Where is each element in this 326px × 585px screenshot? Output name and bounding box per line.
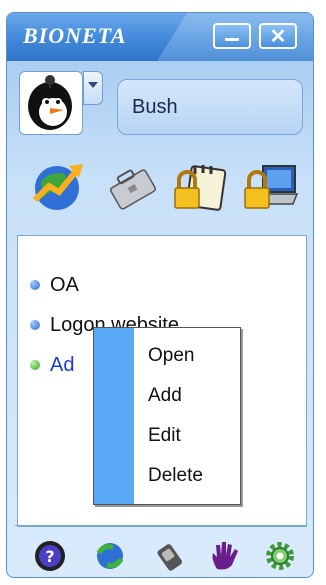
minimize-icon xyxy=(225,38,239,41)
list-item-label: Ad xyxy=(50,354,75,376)
list-item[interactable]: OA xyxy=(30,270,79,300)
green-bullet-icon xyxy=(30,360,40,370)
divider xyxy=(15,525,307,526)
context-menu-delete[interactable]: Delete xyxy=(148,456,203,496)
context-menu-edit[interactable]: Edit xyxy=(148,416,181,456)
bottom-bar: ? xyxy=(7,531,313,577)
username-field[interactable]: Bush xyxy=(117,79,303,135)
context-menu-open[interactable]: Open xyxy=(148,336,194,376)
list-item-selected[interactable]: Ad xyxy=(30,350,74,380)
lock-laptop-icon[interactable] xyxy=(243,158,299,214)
app-window: BIONETA ✕ Bush OA Logon website Ad Open … xyxy=(6,12,314,578)
chevron-down-icon xyxy=(88,82,98,88)
close-icon: ✕ xyxy=(269,26,287,48)
penguin-avatar-icon xyxy=(28,75,72,130)
toolbar xyxy=(7,158,313,218)
hand-icon[interactable] xyxy=(207,539,241,573)
context-menu-stripe xyxy=(94,328,134,504)
title-bar[interactable]: BIONETA ✕ xyxy=(7,13,313,61)
sync-icon[interactable] xyxy=(93,539,127,573)
context-menu: Open Add Edit Delete xyxy=(93,327,241,505)
blue-bullet-icon xyxy=(30,280,40,290)
avatar-dropdown[interactable] xyxy=(83,71,103,105)
svg-text:?: ? xyxy=(45,547,54,566)
briefcase-icon[interactable] xyxy=(103,158,159,214)
globe-chart-icon[interactable] xyxy=(31,158,87,214)
minimize-button[interactable] xyxy=(213,23,251,49)
blue-bullet-icon xyxy=(30,320,40,330)
app-title: BIONETA xyxy=(23,23,127,48)
help-icon[interactable]: ? xyxy=(33,539,67,573)
settings-gear-icon[interactable] xyxy=(263,539,297,573)
fingerprint-reader-icon[interactable] xyxy=(153,539,187,573)
close-button[interactable]: ✕ xyxy=(259,23,297,49)
list-item-label: OA xyxy=(50,274,79,296)
lock-clipboard-icon[interactable] xyxy=(173,158,229,214)
context-menu-add[interactable]: Add xyxy=(148,376,182,416)
user-avatar[interactable] xyxy=(19,71,83,135)
